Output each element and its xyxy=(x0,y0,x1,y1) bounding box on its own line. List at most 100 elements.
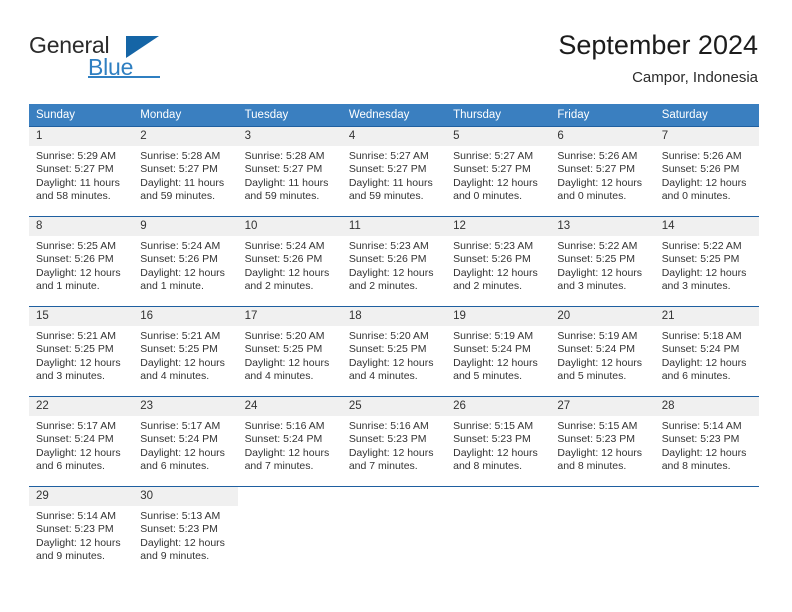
day-details xyxy=(342,506,446,510)
daylight-text-line2: and 6 minutes. xyxy=(140,460,210,473)
calendar-day-cell[interactable]: 23 Sunrise: 5:17 AM Sunset: 5:24 PM Dayligh… xyxy=(133,396,238,487)
calendar-day-cell[interactable]: 29 Sunrise: 5:14 AM Sunset: 5:23 PM Dayligh… xyxy=(29,486,134,577)
day-number: 13 xyxy=(550,217,655,236)
calendar-day-cell[interactable]: 5 Sunrise: 5:27 AM Sunset: 5:27 PM Daylight… xyxy=(446,126,551,217)
calendar-day-cell[interactable] xyxy=(341,486,447,577)
sunset-text: Sunset: 5:25 PM xyxy=(244,343,323,356)
calendar-day-cell[interactable]: 30 Sunrise: 5:13 AM Sunset: 5:23 PM Dayligh… xyxy=(133,486,238,577)
calendar-day-cell[interactable]: 9 Sunrise: 5:24 AM Sunset: 5:26 PM Daylight… xyxy=(133,216,238,307)
calendar-day-cell[interactable]: 1 Sunrise: 5:29 AM Sunset: 5:27 PM Daylight… xyxy=(29,126,134,217)
calendar-day-cell[interactable]: 18 Sunrise: 5:20 AM Sunset: 5:25 PM Dayligh… xyxy=(341,306,447,397)
calendar-day-cell[interactable] xyxy=(550,486,655,577)
daylight-text-line2: and 8 minutes. xyxy=(661,460,731,473)
calendar-day-cell[interactable]: 21 Sunrise: 5:18 AM Sunset: 5:24 PM Dayligh… xyxy=(654,306,759,397)
location-subtitle: Campor, Indonesia xyxy=(632,69,758,86)
calendar-day-cell[interactable]: 25 Sunrise: 5:16 AM Sunset: 5:23 PM Dayligh… xyxy=(341,396,447,487)
day-cell-inner: 22 Sunrise: 5:17 AM Sunset: 5:24 PM Dayligh… xyxy=(29,397,134,486)
daylight-text-line1: Daylight: 12 hours xyxy=(661,176,747,189)
calendar-day-cell[interactable]: 22 Sunrise: 5:17 AM Sunset: 5:24 PM Dayligh… xyxy=(29,396,134,487)
day-number xyxy=(550,487,654,506)
calendar-day-cell[interactable]: 27 Sunrise: 5:15 AM Sunset: 5:23 PM Dayligh… xyxy=(550,396,655,487)
page-header: General Blue September 2024 Campor, Indo… xyxy=(29,28,758,90)
calendar-day-cell[interactable]: 11 Sunrise: 5:23 AM Sunset: 5:26 PM Dayligh… xyxy=(341,216,447,307)
day-number: 17 xyxy=(237,307,342,326)
daylight-text-line2: and 6 minutes. xyxy=(661,370,731,383)
sunrise-text: Sunrise: 5:29 AM xyxy=(36,150,116,162)
calendar-day-cell[interactable]: 15 Sunrise: 5:21 AM Sunset: 5:25 PM Dayligh… xyxy=(29,306,134,397)
day-details: Sunrise: 5:26 AM Sunset: 5:26 PM Daylight:… xyxy=(655,146,759,204)
calendar-day-cell[interactable]: 12 Sunrise: 5:23 AM Sunset: 5:26 PM Dayligh… xyxy=(446,216,551,307)
daylight-text-line2: and 3 minutes. xyxy=(661,280,731,293)
day-details: Sunrise: 5:24 AM Sunset: 5:26 PM Daylight:… xyxy=(238,236,342,294)
day-number: 30 xyxy=(133,487,238,506)
daylight-text-line1: Daylight: 12 hours xyxy=(453,176,538,189)
day-details: Sunrise: 5:27 AM Sunset: 5:27 PM Daylight:… xyxy=(342,146,446,204)
daylight-text-line1: Daylight: 12 hours xyxy=(140,536,225,549)
daylight-text-line1: Daylight: 12 hours xyxy=(661,446,747,459)
day-details: Sunrise: 5:25 AM Sunset: 5:26 PM Daylight:… xyxy=(29,236,133,294)
day-number: 5 xyxy=(446,127,551,146)
day-cell-inner: 14 Sunrise: 5:22 AM Sunset: 5:25 PM Dayligh… xyxy=(654,217,759,306)
daylight-text-line2: and 9 minutes. xyxy=(36,550,105,563)
calendar-day-cell[interactable]: 28 Sunrise: 5:14 AM Sunset: 5:23 PM Dayligh… xyxy=(654,396,759,487)
day-cell-inner: 30 Sunrise: 5:13 AM Sunset: 5:23 PM Dayligh… xyxy=(133,487,238,577)
day-cell-inner: 18 Sunrise: 5:20 AM Sunset: 5:25 PM Dayligh… xyxy=(341,307,447,396)
calendar-day-cell[interactable] xyxy=(237,486,342,577)
sunset-text: Sunset: 5:24 PM xyxy=(557,343,636,356)
day-details: Sunrise: 5:16 AM Sunset: 5:24 PM Daylight:… xyxy=(238,416,342,474)
sunset-text: Sunset: 5:24 PM xyxy=(36,433,114,446)
day-details: Sunrise: 5:13 AM Sunset: 5:23 PM Daylight:… xyxy=(133,506,237,564)
sunrise-text: Sunrise: 5:15 AM xyxy=(557,420,638,432)
calendar-day-cell[interactable] xyxy=(446,486,551,577)
sunset-text: Sunset: 5:25 PM xyxy=(348,343,427,356)
calendar-day-cell[interactable]: 26 Sunrise: 5:15 AM Sunset: 5:23 PM Dayligh… xyxy=(446,396,551,487)
day-number: 16 xyxy=(133,307,238,326)
sunset-text: Sunset: 5:27 PM xyxy=(348,163,427,176)
calendar-day-cell[interactable] xyxy=(654,486,759,577)
day-details: Sunrise: 5:15 AM Sunset: 5:23 PM Daylight:… xyxy=(446,416,550,474)
day-details: Sunrise: 5:20 AM Sunset: 5:25 PM Daylight:… xyxy=(342,326,446,384)
calendar-day-cell[interactable]: 6 Sunrise: 5:26 AM Sunset: 5:27 PM Daylight… xyxy=(550,126,655,217)
day-number: 3 xyxy=(237,127,342,146)
general-blue-logo[interactable]: General Blue xyxy=(29,32,239,88)
day-details: Sunrise: 5:26 AM Sunset: 5:27 PM Daylight:… xyxy=(550,146,654,204)
weekday-header-thursday: Thursday xyxy=(446,104,551,127)
day-cell-inner: 3 Sunrise: 5:28 AM Sunset: 5:27 PM Daylight… xyxy=(237,127,342,216)
daylight-text-line1: Daylight: 12 hours xyxy=(453,356,538,369)
sunrise-text: Sunrise: 5:25 AM xyxy=(36,240,116,252)
calendar-day-cell[interactable]: 20 Sunrise: 5:19 AM Sunset: 5:24 PM Dayligh… xyxy=(550,306,655,397)
daylight-text-line1: Daylight: 12 hours xyxy=(244,266,330,279)
calendar-day-cell[interactable]: 16 Sunrise: 5:21 AM Sunset: 5:25 PM Dayligh… xyxy=(133,306,238,397)
calendar-day-cell[interactable]: 14 Sunrise: 5:22 AM Sunset: 5:25 PM Dayligh… xyxy=(654,216,759,307)
calendar-day-cell[interactable]: 17 Sunrise: 5:20 AM Sunset: 5:25 PM Dayligh… xyxy=(237,306,342,397)
daylight-text-line2: and 4 minutes. xyxy=(348,370,418,383)
calendar-day-cell[interactable]: 24 Sunrise: 5:16 AM Sunset: 5:24 PM Dayligh… xyxy=(237,396,342,487)
weekday-header-tuesday: Tuesday xyxy=(237,104,342,127)
calendar-week-row: 15 Sunrise: 5:21 AM Sunset: 5:25 PM Dayligh… xyxy=(29,306,759,397)
day-cell-inner: 11 Sunrise: 5:23 AM Sunset: 5:26 PM Dayligh… xyxy=(341,217,447,306)
day-number: 21 xyxy=(654,307,759,326)
calendar-day-cell[interactable]: 3 Sunrise: 5:28 AM Sunset: 5:27 PM Daylight… xyxy=(237,126,342,217)
weekday-header-wednesday: Wednesday xyxy=(341,104,447,127)
calendar-day-cell[interactable]: 8 Sunrise: 5:25 AM Sunset: 5:26 PM Daylight… xyxy=(29,216,134,307)
calendar-day-cell[interactable]: 10 Sunrise: 5:24 AM Sunset: 5:26 PM Dayligh… xyxy=(237,216,342,307)
sunset-text: Sunset: 5:23 PM xyxy=(348,433,427,446)
daylight-text-line2: and 7 minutes. xyxy=(348,460,418,473)
calendar-day-cell[interactable]: 4 Sunrise: 5:27 AM Sunset: 5:27 PM Daylight… xyxy=(341,126,447,217)
daylight-text-line2: and 0 minutes. xyxy=(453,190,523,203)
daylight-text-line1: Daylight: 12 hours xyxy=(557,176,643,189)
calendar-day-cell[interactable]: 19 Sunrise: 5:19 AM Sunset: 5:24 PM Dayligh… xyxy=(446,306,551,397)
daylight-text-line2: and 59 minutes. xyxy=(140,190,215,203)
sunrise-text: Sunrise: 5:26 AM xyxy=(557,150,638,162)
day-details: Sunrise: 5:17 AM Sunset: 5:24 PM Daylight:… xyxy=(133,416,237,474)
calendar-day-cell[interactable]: 13 Sunrise: 5:22 AM Sunset: 5:25 PM Dayligh… xyxy=(550,216,655,307)
day-details xyxy=(238,506,342,510)
daylight-text-line2: and 2 minutes. xyxy=(244,280,314,293)
sunset-text: Sunset: 5:23 PM xyxy=(140,523,218,536)
calendar-page: General Blue September 2024 Campor, Indo… xyxy=(0,0,792,612)
sunrise-text: Sunrise: 5:21 AM xyxy=(140,330,221,342)
day-cell-inner: 12 Sunrise: 5:23 AM Sunset: 5:26 PM Dayligh… xyxy=(446,217,551,306)
calendar-day-cell[interactable]: 7 Sunrise: 5:26 AM Sunset: 5:26 PM Daylight… xyxy=(654,126,759,217)
day-details xyxy=(655,506,759,510)
calendar-day-cell[interactable]: 2 Sunrise: 5:28 AM Sunset: 5:27 PM Daylight… xyxy=(133,126,238,217)
